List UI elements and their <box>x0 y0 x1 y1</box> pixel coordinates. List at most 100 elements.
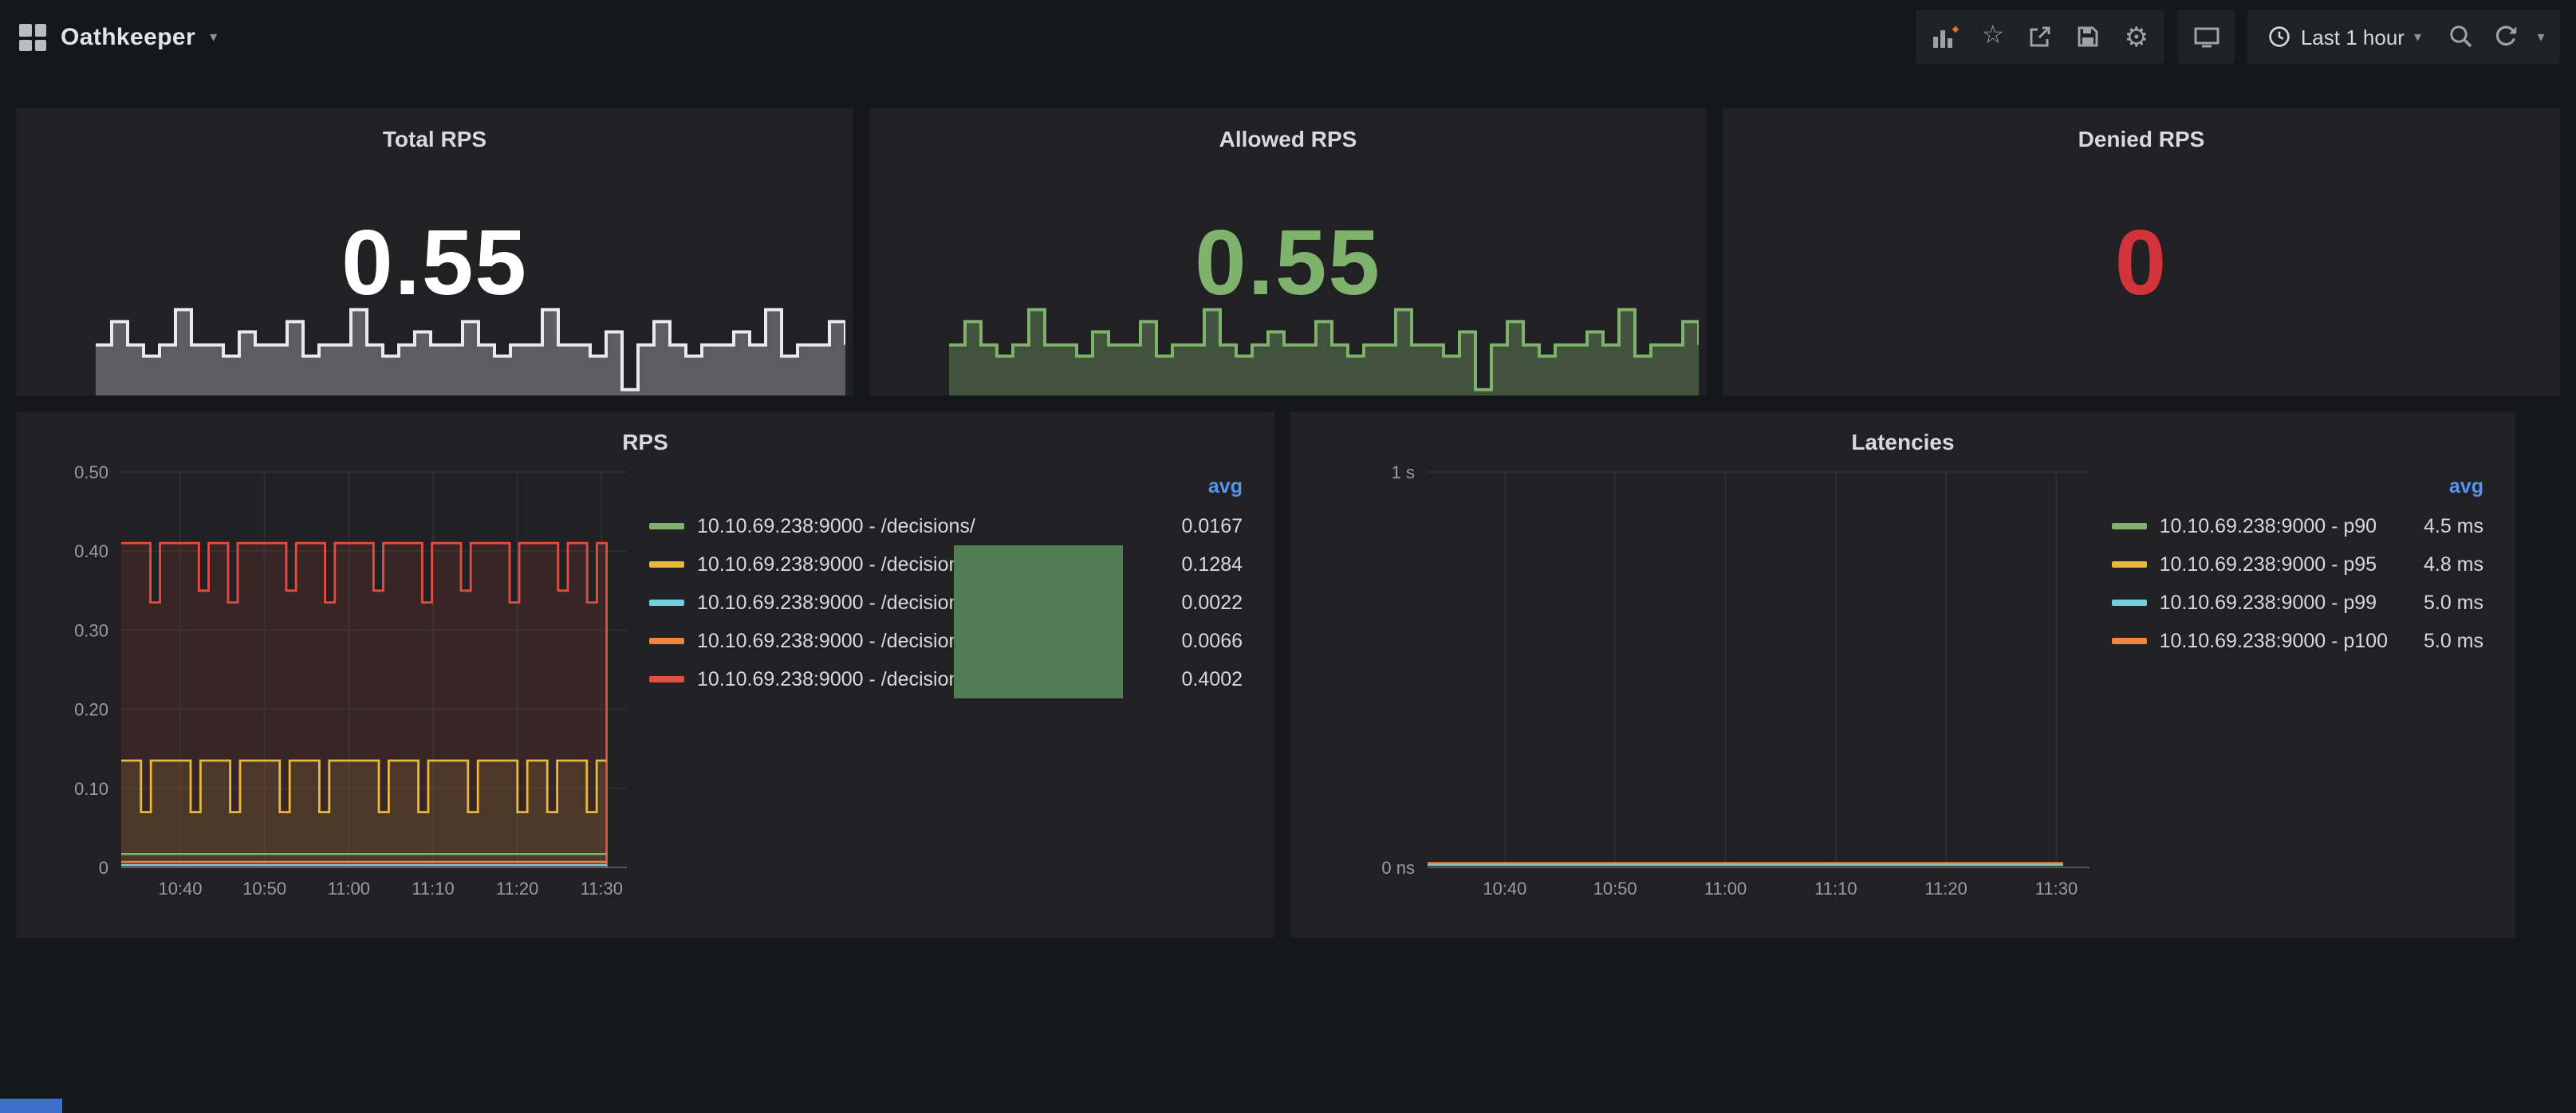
legend-series-name: 10.10.69.238:9000 - /decisions/ <box>697 515 1147 537</box>
save-button[interactable] <box>2065 13 2113 61</box>
panel-allowed-rps: Allowed RPS 0.55 <box>869 108 1707 395</box>
panel-actions-group: ☆ ⚙ <box>1916 10 2165 64</box>
dashboard-grid-icon[interactable] <box>19 24 46 51</box>
legend-series-avg: 0.0022 <box>1147 592 1249 614</box>
x-tick-label: 10:50 <box>242 879 286 899</box>
legend-series-name: 10.10.69.238:9000 - p100 <box>2160 630 2388 652</box>
star-icon: ☆ <box>1982 24 2005 49</box>
clock-icon <box>2269 26 2291 48</box>
legend-green-overlay <box>954 545 1123 698</box>
legend-series-avg: 5.0 ms <box>2388 592 2490 614</box>
x-tick-label: 11:30 <box>2035 879 2078 899</box>
panel-latencies: Latencies 1 s0 ns10:4010:5011:0011:1011:… <box>1290 411 2515 938</box>
panel-title-denied-rps[interactable]: Denied RPS <box>1723 108 2560 150</box>
y-tick-label: 0 ns <box>1381 858 1415 878</box>
refresh-icon <box>2493 24 2519 49</box>
total-rps-sparkline[interactable] <box>96 303 845 395</box>
legend-row[interactable]: 10.10.69.238:9000 - p995.0 ms <box>2112 584 2490 622</box>
series-color-dash-icon[interactable] <box>2112 638 2147 644</box>
legend-row[interactable]: 10.10.69.238:9000 - p1005.0 ms <box>2112 622 2490 660</box>
series-color-dash-icon[interactable] <box>649 638 684 644</box>
y-tick-label: 0.50 <box>74 462 108 482</box>
x-tick-label: 11:00 <box>1704 879 1747 899</box>
x-tick-label: 11:20 <box>496 879 538 899</box>
settings-button[interactable]: ⚙ <box>2113 13 2160 61</box>
panel-title-rps[interactable]: RPS <box>16 411 1274 453</box>
panel-title-latencies[interactable]: Latencies <box>1290 411 2515 453</box>
legend-row[interactable]: 10.10.69.238:9000 - /decisions/0.0167 <box>649 507 1249 545</box>
y-tick-label: 1 s <box>1392 462 1415 482</box>
zoom-out-icon <box>2448 24 2474 49</box>
y-tick-label: 0 <box>99 858 108 878</box>
tv-icon <box>2193 24 2220 49</box>
legend-row[interactable]: 10.10.69.238:9000 - /decisions/0.1284 <box>649 545 1249 584</box>
tv-mode-group <box>2178 10 2235 64</box>
y-tick-label: 0.20 <box>74 700 108 720</box>
y-tick-label: 0.10 <box>74 779 108 799</box>
panel-title-total-rps[interactable]: Total RPS <box>16 108 853 150</box>
panel-total-rps: Total RPS 0.55 <box>16 108 853 395</box>
legend-row[interactable]: 10.10.69.238:9000 - /decisions/0.0066 <box>649 622 1249 660</box>
tv-mode-button[interactable] <box>2183 13 2231 61</box>
refresh-button[interactable] <box>2485 13 2527 61</box>
refresh-interval-dropdown[interactable]: ▾ <box>2527 13 2555 61</box>
zoom-out-button[interactable] <box>2437 13 2485 61</box>
y-tick-label: 0.40 <box>74 541 108 561</box>
latencies-chart[interactable]: 1 s0 ns10:4010:5011:0011:1011:2011:30 <box>1303 453 2105 931</box>
legend-avg-header[interactable]: avg <box>2112 475 2490 507</box>
star-button[interactable]: ☆ <box>1969 13 2017 61</box>
navbar: Oathkeeper ▾ ☆ <box>0 0 2576 75</box>
legend-row[interactable]: 10.10.69.238:9000 - p954.8 ms <box>2112 545 2490 584</box>
time-range-caret-icon: ▾ <box>2414 28 2421 45</box>
series-color-dash-icon[interactable] <box>649 561 684 568</box>
share-button[interactable] <box>2017 13 2065 61</box>
x-tick-label: 11:20 <box>1924 879 1967 899</box>
legend-row[interactable]: 10.10.69.238:9000 - p904.5 ms <box>2112 507 2490 545</box>
add-panel-button[interactable] <box>1921 13 1969 61</box>
legend-series-avg: 4.8 ms <box>2388 553 2490 576</box>
x-tick-label: 11:10 <box>412 879 454 899</box>
x-tick-label: 10:50 <box>1593 879 1637 899</box>
time-controls-group: Last 1 hour ▾ ▾ <box>2248 10 2560 64</box>
series-color-dash-icon[interactable] <box>649 676 684 682</box>
legend-series-avg: 0.0167 <box>1147 515 1249 537</box>
legend-avg-header[interactable]: avg <box>649 475 1249 507</box>
time-range-picker[interactable]: Last 1 hour ▾ <box>2253 10 2437 64</box>
series-color-dash-icon[interactable] <box>2112 561 2147 568</box>
legend-series-avg: 0.0066 <box>1147 630 1249 652</box>
graphs-row: RPS 0.50 0.40 0.30 0.20 0.10 0 10:40 10:50 11:00… <box>16 411 2560 938</box>
legend-series-name: 10.10.69.238:9000 - p90 <box>2160 515 2388 537</box>
denied-rps-value: 0 <box>1723 210 2560 317</box>
dashboard-title[interactable]: Oathkeeper <box>61 24 195 51</box>
y-tick-label: 0.30 <box>74 620 108 640</box>
dashboard-caret-icon[interactable]: ▾ <box>210 29 217 46</box>
series-color-dash-icon[interactable] <box>649 523 684 529</box>
panel-rps: RPS 0.50 0.40 0.30 0.20 0.10 0 10:40 10:50 11:00… <box>16 411 1274 938</box>
allowed-rps-value: 0.55 <box>869 210 1707 317</box>
x-tick-label: 10:40 <box>158 879 202 899</box>
rps-chart[interactable]: 0.50 0.40 0.30 0.20 0.10 0 10:40 10:50 11:00 11:1… <box>29 453 643 931</box>
series-color-dash-icon[interactable] <box>2112 600 2147 606</box>
legend-series-name: 10.10.69.238:9000 - p99 <box>2160 592 2388 614</box>
legend-row[interactable]: 10.10.69.238:9000 - /decisions/0.0022 <box>649 584 1249 622</box>
legend-series-name: 10.10.69.238:9000 - p95 <box>2160 553 2388 576</box>
total-rps-value: 0.55 <box>16 210 853 317</box>
series-color-dash-icon[interactable] <box>649 600 684 606</box>
panel-title-allowed-rps[interactable]: Allowed RPS <box>869 108 1707 150</box>
legend-series-avg: 5.0 ms <box>2388 630 2490 652</box>
series-color-dash-icon[interactable] <box>2112 523 2147 529</box>
x-tick-label: 11:00 <box>328 879 370 899</box>
share-icon <box>2028 24 2054 49</box>
gear-icon: ⚙ <box>2125 23 2149 50</box>
legend-series-avg: 4.5 ms <box>2388 515 2490 537</box>
legend-row[interactable]: 10.10.69.238:9000 - /decisions/0.4002 <box>649 660 1249 698</box>
panel-denied-rps: Denied RPS 0 <box>1723 108 2560 395</box>
time-range-label: Last 1 hour <box>2301 25 2405 49</box>
rps-legend: avg 10.10.69.238:9000 - /decisions/0.016… <box>643 453 1262 931</box>
stats-row: Total RPS 0.55 Allowed RPS 0.55 Denied R… <box>16 108 2560 395</box>
latencies-legend: avg 10.10.69.238:9000 - p904.5 ms10.10.6… <box>2105 453 2503 931</box>
legend-series-avg: 0.4002 <box>1147 668 1249 690</box>
legend-series-avg: 0.1284 <box>1147 553 1249 576</box>
x-tick-label: 11:10 <box>1814 879 1857 899</box>
allowed-rps-sparkline[interactable] <box>949 303 1699 395</box>
